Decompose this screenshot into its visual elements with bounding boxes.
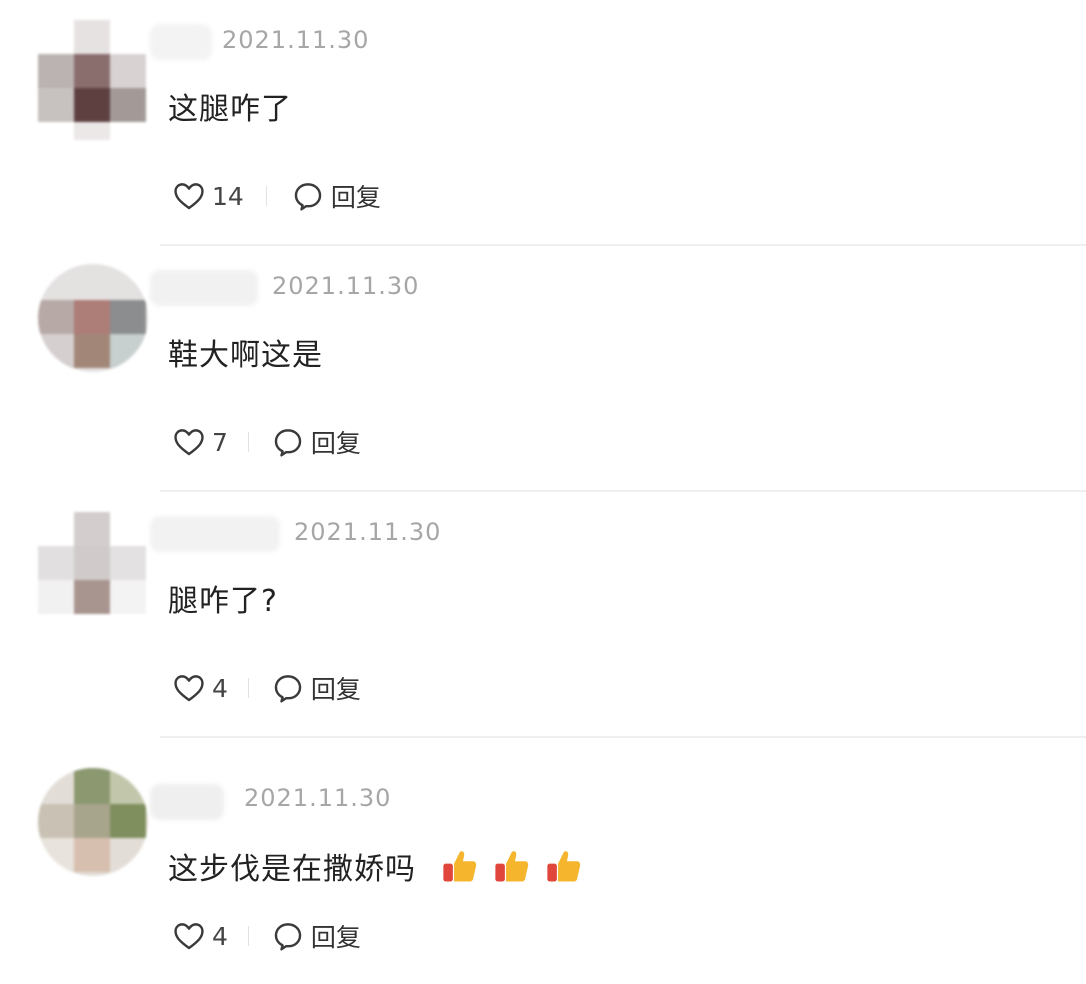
- thumbs-up-emoji: [442, 851, 476, 882]
- username-blurred[interactable]: [150, 516, 280, 552]
- action-separator: [247, 678, 249, 698]
- like-button[interactable]: 4: [172, 671, 228, 705]
- comment-text: 这腿咋了: [168, 92, 292, 127]
- heart-outline-icon: [174, 675, 204, 702]
- avatar[interactable]: [38, 264, 148, 372]
- comment-text: 腿咋了?: [168, 584, 278, 619]
- like-count: 4: [212, 673, 228, 703]
- username-blurred[interactable]: [150, 784, 224, 820]
- reply-label: 回复: [330, 183, 381, 212]
- speech-bubble-icon: [274, 675, 302, 703]
- avatar[interactable]: [38, 510, 148, 618]
- avatar[interactable]: [38, 768, 148, 876]
- like-button[interactable]: 14: [172, 179, 244, 213]
- reply-button[interactable]: 回复: [271, 670, 361, 706]
- action-separator: [265, 186, 267, 206]
- username-blurred[interactable]: [150, 270, 258, 306]
- action-separator: [247, 432, 249, 452]
- comment-actions: 4 回复: [172, 916, 361, 956]
- reply-button[interactable]: 回复: [271, 918, 361, 954]
- comment-actions: 7 回复: [172, 422, 361, 462]
- reply-label: 回复: [310, 675, 361, 704]
- reply-button[interactable]: 回复: [271, 424, 361, 460]
- reply-label: 回复: [310, 923, 361, 952]
- username-blurred[interactable]: [150, 24, 212, 60]
- speech-bubble-icon: [274, 429, 302, 457]
- comment-text-content: 这步伐是在撒娇吗: [168, 852, 416, 887]
- comment-actions: 4 回复: [172, 668, 361, 708]
- comment-date: 2021.11.30: [272, 272, 420, 300]
- comment-item: 2021.11.30 这步伐是在撒娇吗 4 回复: [0, 738, 1086, 984]
- like-button[interactable]: 7: [172, 425, 228, 459]
- reply-label: 回复: [310, 429, 361, 458]
- thumbs-up-emoji: [546, 851, 580, 882]
- comment-item: 2021.11.30 腿咋了? 4 回复: [0, 492, 1086, 738]
- comment-item: 2021.11.30 这腿咋了 14 回复: [0, 0, 1086, 246]
- avatar[interactable]: [38, 18, 148, 140]
- reply-button[interactable]: 回复: [291, 178, 381, 214]
- like-count: 7: [212, 427, 228, 457]
- comment-text: 这步伐是在撒娇吗: [168, 844, 583, 888]
- comment-text: 鞋大啊这是: [168, 338, 323, 373]
- speech-bubble-icon: [274, 923, 302, 951]
- speech-bubble-icon: [294, 183, 322, 211]
- like-button[interactable]: 4: [172, 919, 228, 953]
- like-count: 14: [212, 181, 244, 211]
- comment-date: 2021.11.30: [294, 518, 442, 546]
- heart-outline-icon: [174, 183, 204, 210]
- comment-date: 2021.11.30: [222, 26, 370, 54]
- like-count: 4: [212, 921, 228, 951]
- thumbs-up-emoji: [494, 851, 528, 882]
- comment-item: 2021.11.30 鞋大啊这是 7 回复: [0, 246, 1086, 492]
- heart-outline-icon: [174, 429, 204, 456]
- comment-date: 2021.11.30: [244, 784, 392, 812]
- heart-outline-icon: [174, 923, 204, 950]
- action-separator: [247, 926, 249, 946]
- comment-actions: 14 回复: [172, 176, 381, 216]
